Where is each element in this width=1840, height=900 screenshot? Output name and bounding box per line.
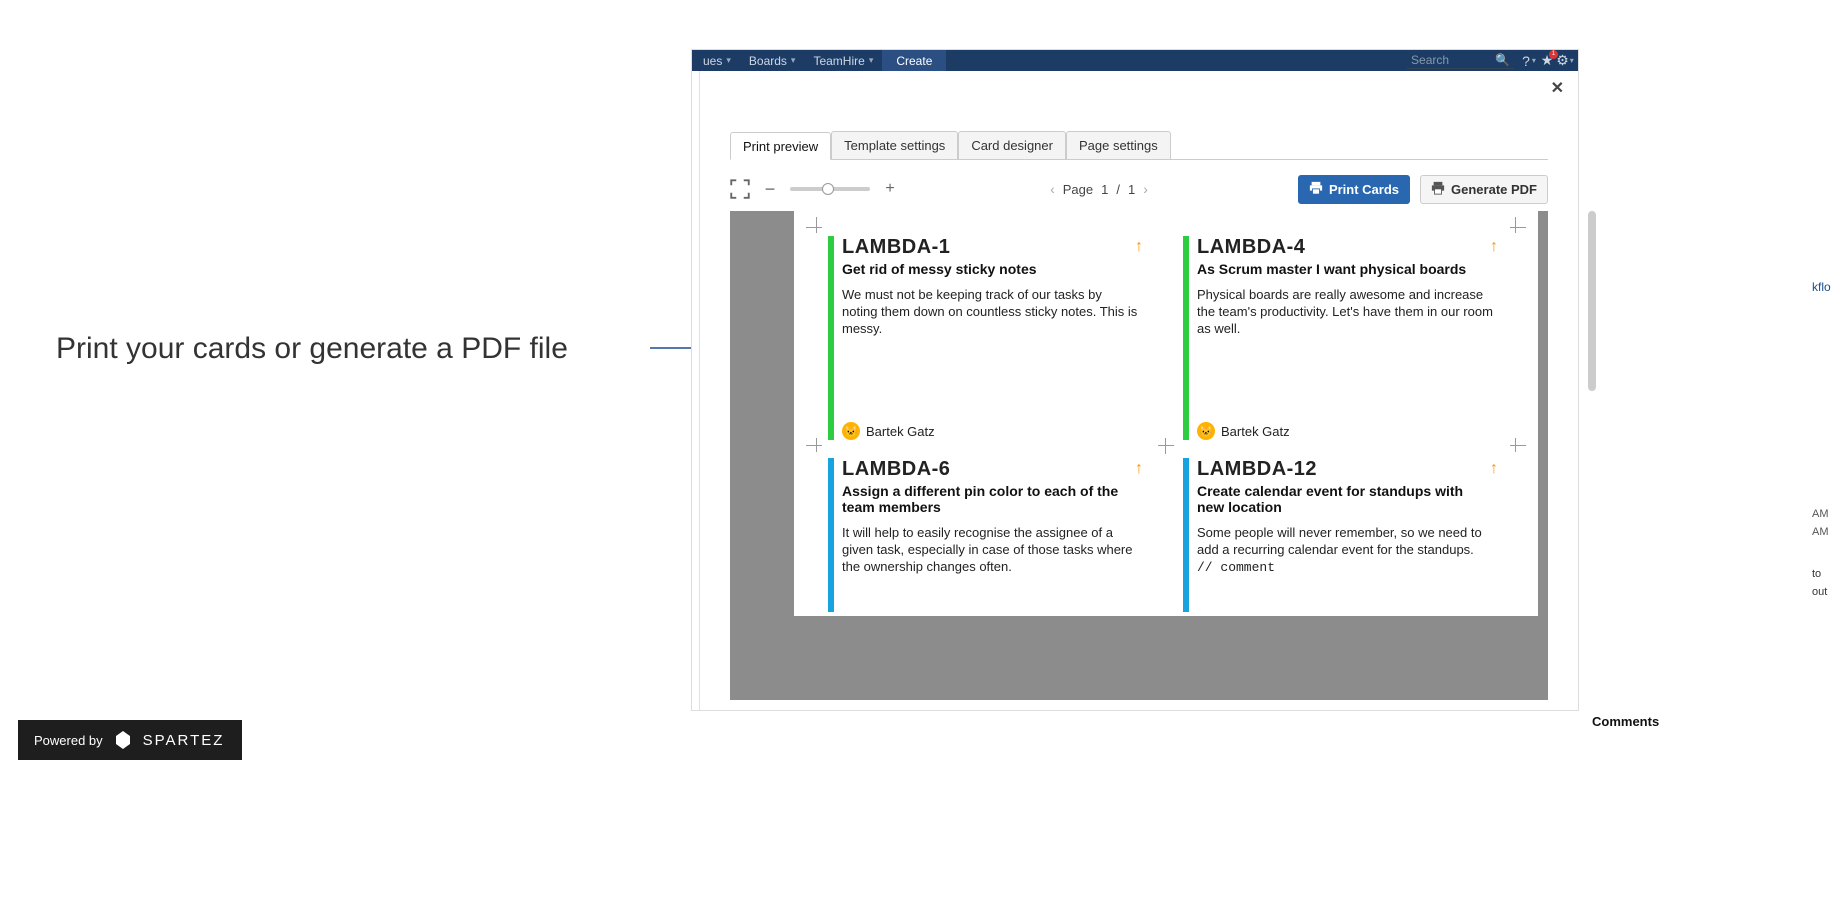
card-title: As Scrum master I want physical boards — [1197, 261, 1494, 277]
card-assignee: 🐱 Bartek Gatz — [1197, 422, 1290, 440]
create-button[interactable]: Create — [882, 50, 946, 71]
card-stripe — [828, 458, 834, 612]
card-title: Create calendar event for standups with … — [1197, 483, 1494, 515]
page-current: 1 — [1101, 182, 1108, 197]
card-description: We must not be keeping track of our task… — [842, 287, 1139, 338]
search-placeholder: Search — [1411, 53, 1449, 67]
nav-item-label: Boards — [749, 54, 787, 68]
next-page-button[interactable]: › — [1143, 181, 1148, 197]
assignee-name: Bartek Gatz — [866, 424, 935, 439]
tab-bar: Print preview Template settings Card des… — [730, 131, 1548, 160]
card-stripe — [1183, 458, 1189, 612]
generate-pdf-label: Generate PDF — [1451, 182, 1537, 197]
powered-by-badge: Powered by SPARTEZ — [18, 720, 242, 760]
tab-print-preview[interactable]: Print preview — [730, 132, 831, 160]
card: ↑ LAMBDA-12 Create calendar event for st… — [1183, 456, 1504, 616]
priority-up-icon: ↑ — [1490, 238, 1498, 256]
card-key: LAMBDA-6 — [842, 458, 1139, 481]
avatar-icon: 🐱 — [842, 422, 860, 440]
priority-up-icon: ↑ — [1135, 460, 1143, 478]
fullscreen-icon[interactable] — [730, 179, 750, 199]
card-stripe — [1183, 236, 1189, 440]
card-code: // comment — [1197, 560, 1275, 575]
card-key: LAMBDA-1 — [842, 236, 1139, 259]
card: ↑ LAMBDA-4 As Scrum master I want physic… — [1183, 234, 1504, 444]
card-title: Get rid of messy sticky notes — [842, 261, 1139, 277]
app-window: ues ▾ Boards ▾ TeamHire ▾ Create Search … — [692, 50, 1578, 710]
card: ↑ LAMBDA-1 Get rid of messy sticky notes… — [828, 234, 1149, 444]
jira-top-nav: ues ▾ Boards ▾ TeamHire ▾ Create Search … — [692, 50, 1578, 71]
preview-viewport[interactable]: ↑ LAMBDA-1 Get rid of messy sticky notes… — [730, 211, 1548, 700]
tab-template-settings[interactable]: Template settings — [831, 131, 958, 159]
zoom-slider[interactable] — [790, 187, 870, 191]
avatar-icon: 🐱 — [1197, 422, 1215, 440]
card-description: Some people will never remember, so we n… — [1197, 525, 1494, 577]
preview-toolbar: − + ‹ Page 1 / 1 › Print Cards Generate … — [730, 173, 1548, 205]
nav-item-boards[interactable]: Boards ▾ — [740, 50, 805, 71]
nav-item-teamhire[interactable]: TeamHire ▾ — [804, 50, 882, 71]
crop-mark — [806, 217, 828, 239]
crop-mark — [1504, 435, 1526, 457]
page-total: 1 — [1128, 182, 1135, 197]
assignee-name: Bartek Gatz — [1221, 424, 1290, 439]
card-description: Physical boards are really awesome and i… — [1197, 287, 1494, 338]
zoom-controls: − + — [730, 179, 900, 199]
printer-icon — [1431, 181, 1445, 198]
chevron-down-icon: ▾ — [726, 55, 731, 66]
gear-icon[interactable]: ⚙▾ — [1556, 52, 1574, 70]
chevron-down-icon: ▾ — [791, 55, 796, 66]
tab-card-designer[interactable]: Card designer — [958, 131, 1066, 159]
search-icon: 🔍 — [1495, 53, 1510, 67]
printer-icon — [1309, 181, 1323, 198]
prev-page-button[interactable]: ‹ — [1050, 181, 1055, 197]
page-controls: ‹ Page 1 / 1 › — [1050, 181, 1148, 197]
priority-up-icon: ↑ — [1135, 238, 1143, 256]
card: ↑ LAMBDA-6 Assign a different pin color … — [828, 456, 1149, 616]
bg-time-fragment: AM — [1812, 526, 1840, 538]
powered-by-label: Powered by — [34, 733, 103, 748]
marketing-caption: Print your cards or generate a PDF file — [56, 332, 568, 366]
help-icon[interactable]: ?▾ — [1520, 52, 1538, 70]
card-title: Assign a different pin color to each of … — [842, 483, 1139, 515]
cards-grid: ↑ LAMBDA-1 Get rid of messy sticky notes… — [794, 214, 1538, 616]
bg-time-fragment: AM — [1812, 508, 1840, 520]
star-icon[interactable]: ★1 — [1538, 52, 1556, 70]
zoom-out-button[interactable]: − — [760, 179, 780, 199]
crop-mark — [1504, 217, 1526, 239]
nav-item-label: TeamHire — [813, 54, 864, 68]
spartez-logo-icon — [113, 730, 133, 750]
generate-pdf-button[interactable]: Generate PDF — [1420, 175, 1548, 204]
bg-link-fragment: kflo — [1812, 280, 1840, 294]
bg-text-fragment: to — [1812, 568, 1840, 580]
crop-mark — [1155, 435, 1177, 457]
background-content: kflo AM AM to out Comments — [1812, 50, 1840, 604]
paper-sheet: ↑ LAMBDA-1 Get rid of messy sticky notes… — [794, 211, 1538, 616]
card-assignee: 🐱 Bartek Gatz — [842, 422, 935, 440]
slider-knob[interactable] — [822, 183, 834, 195]
crop-mark — [806, 435, 828, 457]
nav-item-label: ues — [703, 54, 722, 68]
search-input[interactable]: Search 🔍 — [1407, 53, 1514, 69]
print-modal: ✕ Print preview Template settings Card d… — [699, 71, 1578, 710]
priority-up-icon: ↑ — [1490, 460, 1498, 478]
vertical-scrollbar[interactable] — [1588, 211, 1596, 391]
print-cards-label: Print Cards — [1329, 182, 1399, 197]
print-cards-button[interactable]: Print Cards — [1298, 175, 1410, 204]
tab-page-settings[interactable]: Page settings — [1066, 131, 1171, 159]
card-key: LAMBDA-12 — [1197, 458, 1494, 481]
create-label: Create — [896, 54, 932, 68]
page-sep: / — [1116, 182, 1120, 197]
close-button[interactable]: ✕ — [1551, 78, 1564, 98]
card-stripe — [828, 236, 834, 440]
nav-item-partial[interactable]: ues ▾ — [694, 50, 740, 71]
card-key: LAMBDA-4 — [1197, 236, 1494, 259]
bg-text-fragment: out — [1812, 586, 1840, 598]
chevron-down-icon: ▾ — [869, 55, 874, 66]
card-description: It will help to easily recognise the ass… — [842, 525, 1139, 576]
bg-comments-heading: Comments — [1592, 714, 1659, 729]
page-label: Page — [1063, 182, 1093, 197]
brand-name: SPARTEZ — [143, 732, 225, 749]
zoom-in-button[interactable]: + — [880, 179, 900, 199]
